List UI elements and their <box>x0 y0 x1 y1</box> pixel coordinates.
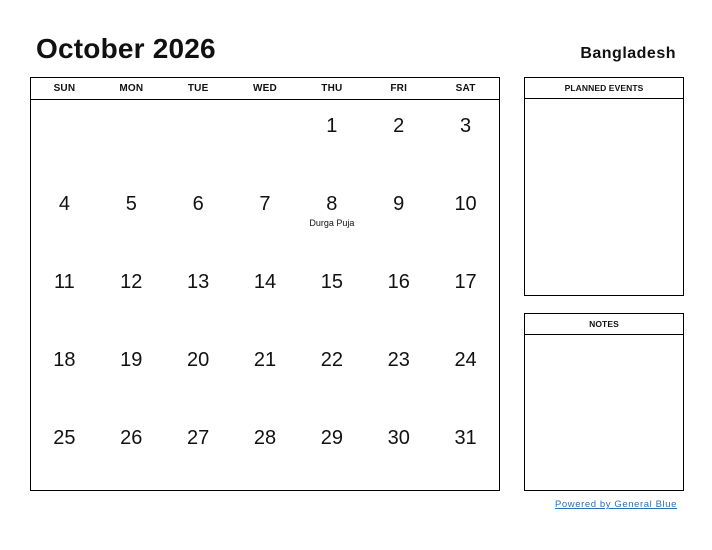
day-number: 1 <box>326 115 338 137</box>
day-number: 31 <box>454 427 477 449</box>
day-cell: 17 <box>432 256 499 334</box>
calendar-days: 1 2 3 4 5 6 7 8 Durga Puja 9 10 11 12 13 14 15 16 17 18 19 2… <box>31 100 499 490</box>
day-cell: 9 <box>365 178 432 256</box>
day-cell: 8 Durga Puja <box>298 178 365 256</box>
day-cell: 6 <box>165 178 232 256</box>
notes-panel: NOTES <box>524 313 684 491</box>
day-cell: 10 <box>432 178 499 256</box>
day-number: 18 <box>53 349 76 371</box>
notes-heading: NOTES <box>525 314 683 335</box>
day-cell: 2 <box>365 100 432 178</box>
day-number: 19 <box>120 349 143 371</box>
day-cell: 26 <box>98 412 165 490</box>
day-number: 28 <box>253 427 277 449</box>
day-number: 17 <box>454 271 477 293</box>
day-cell: 23 <box>365 334 432 412</box>
powered-by-link[interactable]: Powered by General Blue <box>555 499 677 510</box>
day-cell: 21 <box>232 334 299 412</box>
planned-events-heading: PLANNED EVENTS <box>525 78 683 99</box>
day-cell: 22 <box>298 334 365 412</box>
day-number: 27 <box>187 427 210 449</box>
day-cell: 3 <box>432 100 499 178</box>
weekday-thu: THU <box>321 83 343 94</box>
day-number: 24 <box>454 349 477 371</box>
day-number: 3 <box>460 115 472 137</box>
empty-day-cell <box>165 100 232 178</box>
day-cell: 15 <box>298 256 365 334</box>
day-number: 26 <box>120 427 143 449</box>
day-number: 21 <box>253 349 277 371</box>
weekday-wed: WED <box>253 83 277 94</box>
day-cell: 16 <box>365 256 432 334</box>
day-number: 2 <box>393 115 405 137</box>
day-number: 9 <box>393 193 405 215</box>
day-number: 13 <box>187 271 210 293</box>
day-cell: 31 <box>432 412 499 490</box>
day-cell: 5 <box>98 178 165 256</box>
day-cell: 7 <box>232 178 299 256</box>
day-number: 15 <box>320 271 343 293</box>
empty-day-cell <box>232 100 299 178</box>
holiday-label: Durga Puja <box>309 218 355 228</box>
empty-day-cell <box>31 100 98 178</box>
day-cell: 1 <box>298 100 365 178</box>
weekday-sat: SAT <box>455 83 476 94</box>
day-cell: 4 <box>31 178 98 256</box>
page-title: October 2026 <box>36 33 216 64</box>
calendar-grid: SUN MON TUE WED THU FRI SAT 1 2 3 4 5 6 7 8 Durg… <box>30 77 500 491</box>
weekday-header: SUN MON TUE WED THU FRI SAT <box>31 78 499 100</box>
day-number: 11 <box>54 271 75 293</box>
day-number: 8 <box>326 193 338 215</box>
day-number: 22 <box>320 349 343 371</box>
day-number: 10 <box>454 193 477 215</box>
day-number: 16 <box>387 271 410 293</box>
day-number: 14 <box>253 271 277 293</box>
day-number: 20 <box>187 349 210 371</box>
day-cell: 29 <box>298 412 365 490</box>
country-label: Bangladesh <box>580 45 676 62</box>
day-number: 25 <box>53 427 76 449</box>
weekday-tue: TUE <box>187 83 209 94</box>
weekday-sun: SUN <box>53 83 76 94</box>
empty-day-cell <box>98 100 165 178</box>
day-number: 12 <box>120 271 143 293</box>
day-cell: 14 <box>232 256 299 334</box>
day-cell: 13 <box>165 256 232 334</box>
day-cell: 11 <box>31 256 98 334</box>
day-cell: 28 <box>232 412 299 490</box>
day-cell: 24 <box>432 334 499 412</box>
weekday-mon: MON <box>119 83 144 94</box>
day-number: 7 <box>259 193 271 215</box>
day-number: 29 <box>320 427 343 449</box>
day-cell: 30 <box>365 412 432 490</box>
day-cell: 27 <box>165 412 232 490</box>
day-number: 6 <box>192 193 204 215</box>
day-number: 5 <box>125 193 137 215</box>
day-number: 30 <box>387 427 410 449</box>
weekday-fri: FRI <box>390 83 408 94</box>
day-cell: 25 <box>31 412 98 490</box>
day-cell: 20 <box>165 334 232 412</box>
day-number: 4 <box>58 193 70 215</box>
day-cell: 12 <box>98 256 165 334</box>
day-cell: 19 <box>98 334 165 412</box>
day-cell: 18 <box>31 334 98 412</box>
planned-events-panel: PLANNED EVENTS <box>524 77 684 296</box>
day-number: 23 <box>387 349 410 371</box>
